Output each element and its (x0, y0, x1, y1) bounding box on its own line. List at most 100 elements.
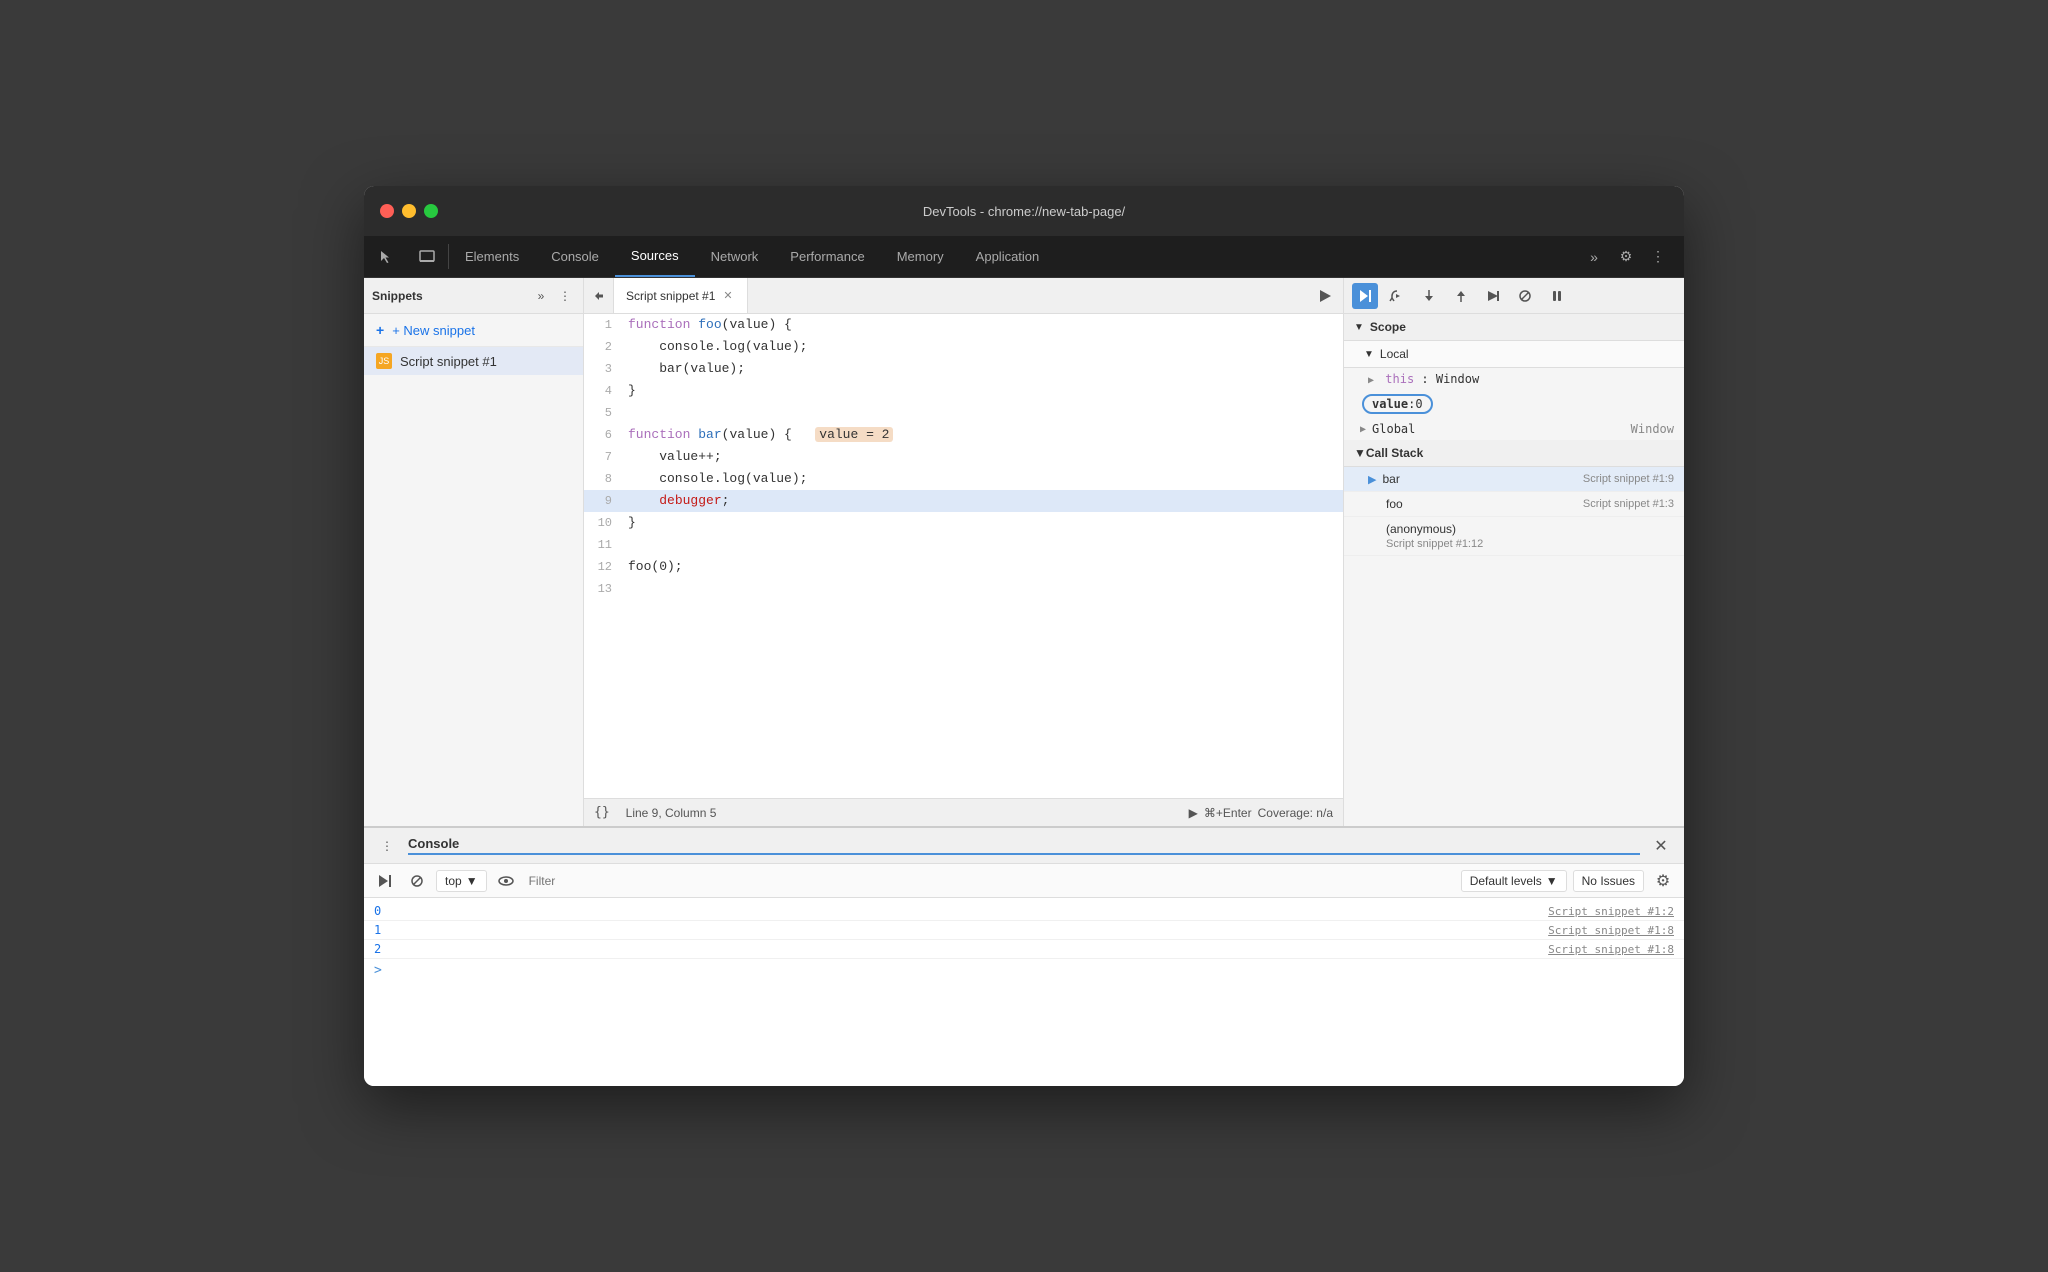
code-line-2: 2 console.log(value); (584, 336, 1343, 358)
cursor-icon[interactable] (364, 236, 406, 277)
code-line-10: 10 } (584, 512, 1343, 534)
callstack-header[interactable]: ▼ Call Stack (1344, 440, 1684, 467)
main-content: Snippets » ⋮ + + New snippet JS Script s… (364, 278, 1684, 826)
callstack-item-bar[interactable]: ▶ bar Script snippet #1:9 (1344, 467, 1684, 492)
status-position: Line 9, Column 5 (626, 806, 717, 820)
traffic-lights (380, 204, 438, 218)
log-source-2[interactable]: Script snippet #1:8 (1548, 943, 1674, 956)
settings-icon[interactable]: ⚙ (1612, 243, 1640, 271)
console-block-icon[interactable] (404, 868, 430, 894)
step-into-button[interactable] (1416, 283, 1442, 309)
callstack-file-anon: Script snippet #1:12 (1368, 538, 1483, 550)
global-label: Global (1372, 422, 1415, 436)
line-content-12: foo(0); (624, 556, 683, 578)
snippet-name: Script snippet #1 (400, 354, 497, 369)
line-content-8: console.log(value); (624, 468, 807, 490)
console-menu-icon[interactable]: ⋮ (374, 833, 400, 859)
code-editor[interactable]: 1 function foo(value) { 2 console.log(va… (584, 314, 1343, 798)
console-header: ⋮ Console ✕ (364, 828, 1684, 864)
scope-this-item: ▶ this : Window (1344, 368, 1684, 390)
no-issues-label: No Issues (1582, 874, 1635, 888)
new-snippet-button[interactable]: + + New snippet (364, 314, 583, 347)
scope-header[interactable]: ▼ Scope (1344, 314, 1684, 341)
code-line-3: 3 bar(value); (584, 358, 1343, 380)
line-num-8: 8 (584, 468, 624, 490)
default-levels-dropdown[interactable]: Default levels ▼ (1461, 870, 1567, 892)
tab-console[interactable]: Console (535, 236, 615, 277)
code-line-4: 4 } (584, 380, 1343, 402)
console-close-icon[interactable]: ✕ (1648, 833, 1674, 859)
console-filter-input[interactable] (525, 874, 1455, 888)
line-num-4: 4 (584, 380, 624, 402)
no-issues-button[interactable]: No Issues (1573, 870, 1644, 892)
code-line-13: 13 (584, 578, 1343, 600)
console-prompt[interactable]: > (364, 959, 1684, 982)
step-button[interactable] (1480, 283, 1506, 309)
step-out-button[interactable] (1448, 283, 1474, 309)
more-options-icon[interactable]: ⋮ (1644, 243, 1672, 271)
line-content-9: debugger; (624, 490, 729, 512)
sidebar-header-icons: » ⋮ (531, 286, 575, 306)
sidebar: Snippets » ⋮ + + New snippet JS Script s… (364, 278, 584, 826)
line-content-2: console.log(value); (624, 336, 807, 358)
line-num-2: 2 (584, 336, 624, 358)
inspect-icon[interactable] (406, 236, 448, 277)
local-scope-header[interactable]: ▼ Local (1344, 341, 1684, 368)
callstack-arrow: ▼ (1354, 446, 1366, 460)
tab-application[interactable]: Application (960, 236, 1056, 277)
editor-tab-snippet[interactable]: Script snippet #1 ✕ (614, 278, 748, 313)
step-over-button[interactable] (1384, 283, 1410, 309)
global-arrow: ▶ (1360, 424, 1366, 435)
pause-on-exceptions-button[interactable] (1544, 283, 1570, 309)
editor-tab-close[interactable]: ✕ (721, 287, 734, 304)
scope-value-item: value : 0 (1344, 390, 1684, 418)
this-val: Window (1436, 372, 1479, 386)
editor-run-button[interactable] (1307, 278, 1343, 313)
menu-icon[interactable]: ⋮ (555, 286, 575, 306)
close-button[interactable] (380, 204, 394, 218)
coverage-label: Coverage: n/a (1258, 806, 1333, 820)
code-line-9: 9 debugger; (584, 490, 1343, 512)
resume-button[interactable] (1352, 283, 1378, 309)
tab-memory[interactable]: Memory (881, 236, 960, 277)
console-log: 0 Script snippet #1:2 1 Script snippet #… (364, 898, 1684, 1086)
console-top-dropdown[interactable]: top ▼ (436, 870, 487, 892)
this-key: this (1385, 372, 1414, 386)
value-highlight[interactable]: value : 0 (1362, 394, 1433, 414)
editor-tab-bar: Script snippet #1 ✕ (584, 278, 1343, 314)
global-scope-row[interactable]: ▶ Global Window (1344, 418, 1684, 440)
code-line-12: 12 foo(0); (584, 556, 1343, 578)
log-source-0[interactable]: Script snippet #1:2 (1548, 905, 1674, 918)
sidebar-label: Snippets (372, 289, 531, 303)
format-icon[interactable]: {} (594, 805, 610, 820)
line-content-7: value++; (624, 446, 722, 468)
tab-network[interactable]: Network (695, 236, 775, 277)
console-eye-icon[interactable] (493, 868, 519, 894)
default-levels-label: Default levels (1470, 874, 1542, 888)
maximize-button[interactable] (424, 204, 438, 218)
code-line-1: 1 function foo(value) { (584, 314, 1343, 336)
snippet-item[interactable]: JS Script snippet #1 (364, 347, 583, 375)
callstack-item-foo[interactable]: foo Script snippet #1:3 (1344, 492, 1684, 517)
tab-sources[interactable]: Sources (615, 236, 695, 277)
console-settings-icon[interactable]: ⚙ (1650, 868, 1676, 894)
tab-performance[interactable]: Performance (774, 236, 880, 277)
tab-elements[interactable]: Elements (449, 236, 535, 277)
more-icon[interactable]: » (531, 286, 551, 306)
default-levels-arrow: ▼ (1546, 874, 1558, 888)
code-lines: 1 function foo(value) { 2 console.log(va… (584, 314, 1343, 600)
console-toolbar: top ▼ Default levels ▼ No Issues ⚙ (364, 864, 1684, 898)
callstack-item-anon[interactable]: (anonymous) Script snippet #1:12 (1344, 517, 1684, 556)
more-tabs-icon[interactable]: » (1580, 243, 1608, 271)
run-play-icon: ▶ (1189, 806, 1198, 820)
callstack-name-bar: bar (1382, 472, 1399, 486)
editor-nav-back[interactable] (584, 278, 614, 313)
console-execute-icon[interactable] (372, 868, 398, 894)
log-source-1[interactable]: Script snippet #1:8 (1548, 924, 1674, 937)
deactivate-breakpoints-button[interactable] (1512, 283, 1538, 309)
code-line-8: 8 console.log(value); (584, 468, 1343, 490)
tab-bar-right: » ⚙ ⋮ (1580, 236, 1684, 277)
log-value-0: 0 (374, 904, 1548, 918)
prompt-arrow: > (374, 963, 382, 978)
minimize-button[interactable] (402, 204, 416, 218)
